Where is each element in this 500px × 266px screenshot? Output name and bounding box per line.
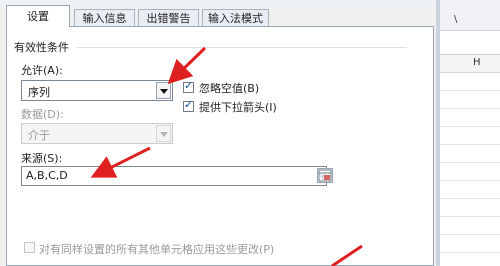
spreadsheet-background: \ H: [440, 0, 500, 266]
source-label: 来源(S):: [21, 152, 63, 165]
allow-select[interactable]: 序列: [21, 80, 173, 101]
dropdown-arrow-label: 提供下拉箭头(I): [199, 101, 277, 114]
allow-select-value: 序列: [28, 86, 50, 99]
section-title: 有效性条件: [14, 41, 69, 54]
sheet-column-header: H: [440, 54, 500, 73]
sheet-row-line: [440, 216, 500, 217]
sheet-row-line: [440, 90, 500, 91]
window-top-frame: [0, 0, 500, 6]
sheet-row-line: [440, 108, 500, 109]
sheet-row-line: [440, 252, 500, 253]
ignore-blank-checkbox[interactable]: [183, 79, 194, 93]
data-select: 介于: [21, 123, 173, 144]
range-select-button[interactable]: [317, 168, 333, 183]
sheet-row-line: [440, 180, 500, 181]
settings-panel: 有效性条件 允许(A): 序列 忽略空值(B) 提供下拉箭头(I) 数据(D):…: [6, 26, 434, 266]
sheet-row-line: [440, 126, 500, 127]
section-divider: [77, 47, 407, 48]
sheet-toolbar: \: [440, 0, 500, 31]
data-select-value: 介于: [28, 129, 50, 142]
apply-all-label: 对有同样设置的所有其他单元格应用这些更改(P): [39, 243, 275, 256]
tab-settings[interactable]: 设置: [6, 5, 70, 27]
sheet-row-line: [440, 144, 500, 145]
sheet-toolbar-text: \: [454, 14, 458, 25]
data-dropdown-button: [156, 125, 171, 142]
source-input-value: A,B,C,D: [26, 169, 68, 182]
tab-error-alert[interactable]: 出错警告: [138, 9, 199, 26]
apply-all-checkbox: [24, 242, 35, 253]
ignore-blank-label: 忽略空值(B): [199, 82, 260, 95]
allow-dropdown-button[interactable]: [156, 82, 171, 99]
sheet-row-line: [440, 234, 500, 235]
range-select-icon: [318, 169, 332, 182]
allow-label: 允许(A):: [21, 64, 63, 77]
dropdown-arrow-checkbox[interactable]: [183, 98, 194, 112]
sheet-row-line: [440, 162, 500, 163]
column-header-h[interactable]: H: [473, 57, 481, 68]
source-input[interactable]: A,B,C,D: [21, 166, 333, 186]
sheet-row-line: [440, 198, 500, 199]
data-label: 数据(D):: [21, 108, 64, 121]
tab-input-message[interactable]: 输入信息: [74, 9, 135, 26]
tab-ime-mode[interactable]: 输入法模式: [202, 9, 269, 26]
